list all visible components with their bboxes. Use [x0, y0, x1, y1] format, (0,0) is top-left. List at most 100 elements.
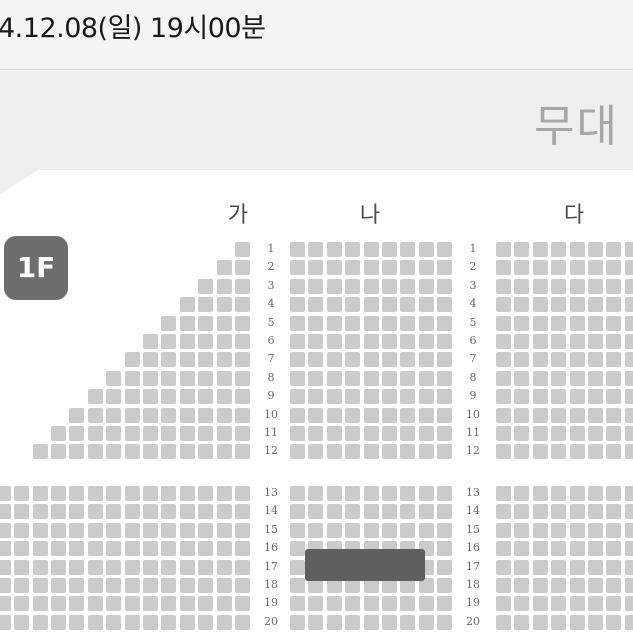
seat-ga[interactable] — [106, 559, 122, 575]
seat-na[interactable] — [308, 504, 324, 520]
seat-da[interactable] — [588, 389, 603, 405]
seat-ga[interactable] — [179, 541, 195, 557]
seat-ga[interactable] — [235, 504, 250, 520]
seat-da[interactable] — [569, 334, 585, 349]
seat-da[interactable] — [532, 559, 548, 575]
seat-ga[interactable] — [235, 444, 250, 460]
seat-na[interactable] — [382, 352, 397, 368]
seat-na[interactable] — [345, 486, 361, 501]
seat-da[interactable] — [496, 578, 511, 593]
seat-da[interactable] — [514, 486, 530, 501]
seat-ga[interactable] — [87, 522, 103, 538]
seat-ga[interactable] — [124, 444, 140, 460]
seat-da[interactable] — [532, 486, 548, 501]
seat-na[interactable] — [308, 260, 324, 276]
seat-na[interactable] — [363, 242, 379, 257]
seat-na[interactable] — [290, 522, 305, 538]
seat-ga[interactable] — [161, 389, 177, 405]
seat-ga[interactable] — [216, 278, 232, 294]
seat-na[interactable] — [437, 389, 453, 405]
seat-ga[interactable] — [87, 426, 103, 441]
seat-ga[interactable] — [143, 407, 158, 423]
seat-da[interactable] — [532, 541, 548, 557]
seat-da[interactable] — [496, 389, 511, 405]
seat-ga[interactable] — [216, 504, 232, 520]
seat-da[interactable] — [496, 426, 511, 441]
seat-ga[interactable] — [124, 407, 140, 423]
seat-ga[interactable] — [106, 486, 122, 501]
seat-ga[interactable] — [161, 486, 177, 501]
seat-da[interactable] — [606, 444, 622, 460]
seat-ga[interactable] — [0, 614, 11, 630]
seat-da[interactable] — [496, 334, 511, 349]
seat-ga[interactable] — [106, 426, 122, 441]
seat-ga[interactable] — [179, 370, 195, 386]
seat-na[interactable] — [326, 278, 342, 294]
seat-ga[interactable] — [124, 486, 140, 501]
seat-na[interactable] — [345, 334, 361, 349]
seat-da[interactable] — [569, 278, 585, 294]
seat-da[interactable] — [532, 260, 548, 276]
seat-ga[interactable] — [179, 426, 195, 441]
seat-na[interactable] — [363, 407, 379, 423]
seat-na[interactable] — [363, 444, 379, 460]
seat-ga[interactable] — [69, 444, 85, 460]
seat-na[interactable] — [437, 559, 453, 575]
seat-na[interactable] — [363, 370, 379, 386]
seat-na[interactable] — [382, 504, 397, 520]
seat-da[interactable] — [514, 614, 530, 630]
seat-da[interactable] — [496, 242, 511, 257]
seat-ga[interactable] — [143, 486, 158, 501]
seat-na[interactable] — [308, 614, 324, 630]
seat-na[interactable] — [363, 315, 379, 331]
seat-ga[interactable] — [14, 614, 30, 630]
seat-na[interactable] — [290, 407, 305, 423]
floor-badge[interactable]: 1F — [4, 236, 68, 300]
seat-ga[interactable] — [161, 370, 177, 386]
seat-na[interactable] — [363, 504, 379, 520]
seat-ga[interactable] — [179, 334, 195, 349]
seat-da[interactable] — [532, 370, 548, 386]
seat-ga[interactable] — [51, 504, 66, 520]
seat-da[interactable] — [532, 389, 548, 405]
seat-ga[interactable] — [216, 297, 232, 313]
seat-ga[interactable] — [0, 522, 11, 538]
seat-na[interactable] — [382, 407, 397, 423]
seat-na[interactable] — [418, 504, 434, 520]
seat-da[interactable] — [588, 596, 603, 612]
seat-ga[interactable] — [216, 578, 232, 593]
seat-ga[interactable] — [235, 260, 250, 276]
seat-na[interactable] — [290, 297, 305, 313]
seat-ga[interactable] — [87, 559, 103, 575]
seat-ga[interactable] — [216, 426, 232, 441]
seat-na[interactable] — [437, 278, 453, 294]
seat-na[interactable] — [400, 614, 416, 630]
seat-ga[interactable] — [69, 578, 85, 593]
seat-da[interactable] — [551, 297, 567, 313]
seat-na[interactable] — [345, 315, 361, 331]
seat-na[interactable] — [382, 486, 397, 501]
seat-da[interactable] — [606, 278, 622, 294]
seat-na[interactable] — [363, 297, 379, 313]
seat-ga[interactable] — [216, 334, 232, 349]
seat-da[interactable] — [496, 614, 511, 630]
seat-na[interactable] — [363, 596, 379, 612]
seat-na[interactable] — [345, 260, 361, 276]
seat-ga[interactable] — [161, 504, 177, 520]
seat-da[interactable] — [551, 407, 567, 423]
seat-da[interactable] — [514, 260, 530, 276]
seat-ga[interactable] — [216, 559, 232, 575]
seat-da[interactable] — [588, 260, 603, 276]
seat-na[interactable] — [382, 278, 397, 294]
seat-ga[interactable] — [14, 504, 30, 520]
seat-na[interactable] — [363, 614, 379, 630]
seat-da[interactable] — [496, 370, 511, 386]
seat-na[interactable] — [382, 334, 397, 349]
seat-na[interactable] — [382, 370, 397, 386]
seat-da[interactable] — [606, 315, 622, 331]
seat-da[interactable] — [551, 596, 567, 612]
seat-ga[interactable] — [198, 315, 214, 331]
seat-da[interactable] — [551, 426, 567, 441]
seat-na[interactable] — [437, 334, 453, 349]
seat-da[interactable] — [496, 297, 511, 313]
